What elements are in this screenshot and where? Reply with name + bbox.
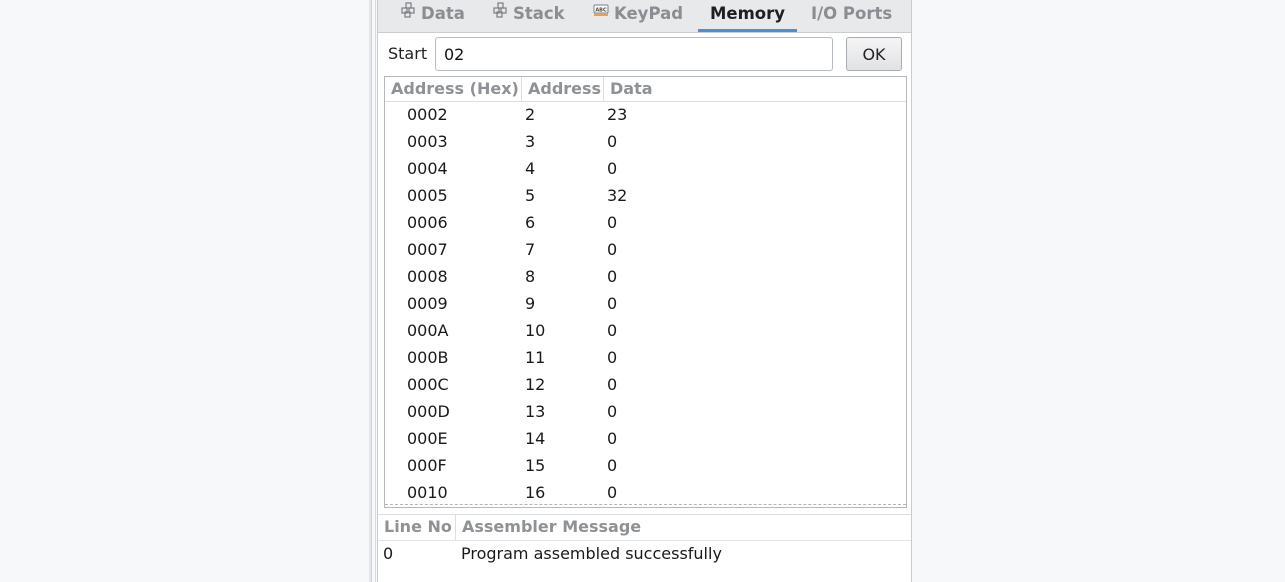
tab-bar: Data Stack ABC KeyPad Memory I/O Ports (378, 0, 911, 33)
cell-data: 0 (607, 213, 618, 232)
column-header-data[interactable]: Data (604, 77, 906, 101)
tab-stack-label: Stack (513, 4, 565, 23)
ok-button[interactable]: OK (846, 37, 902, 71)
cell-data: 0 (607, 483, 618, 502)
table-row[interactable]: 0004 4 0 (385, 156, 906, 183)
start-address-input[interactable] (435, 37, 833, 71)
table-row[interactable]: 000B 11 0 (385, 345, 906, 372)
tab-io-ports[interactable]: I/O Ports (811, 0, 892, 32)
table-row[interactable]: 0008 8 0 (385, 264, 906, 291)
memory-panel: Data Stack ABC KeyPad Memory I/O Ports S… (377, 0, 912, 582)
message-text: Program assembled successfully (461, 544, 722, 563)
cell-data: 0 (607, 321, 618, 340)
table-row[interactable]: 0002 2 23 (385, 102, 906, 129)
table-row[interactable]: 0006 6 0 (385, 210, 906, 237)
cell-address: 14 (525, 429, 546, 448)
cell-address: 13 (525, 402, 546, 421)
memory-table-body: 0002 2 23 0003 3 0 0004 4 0 0005 5 32 0006 6 0 0007 7 0 00… (385, 102, 906, 507)
cell-address: 15 (525, 456, 546, 475)
cell-address-hex: 0007 (407, 240, 448, 259)
cell-address-hex: 000C (407, 375, 449, 394)
cell-data: 0 (607, 159, 618, 178)
cell-address-hex: 0005 (407, 186, 448, 205)
cell-data: 0 (607, 240, 618, 259)
cell-data: 32 (607, 186, 628, 205)
table-row[interactable]: 0007 7 0 (385, 237, 906, 264)
cell-address: 3 (525, 132, 536, 151)
tab-memory-label: Memory (710, 4, 786, 23)
table-row[interactable]: 0003 3 0 (385, 129, 906, 156)
cell-address: 12 (525, 375, 546, 394)
cell-address: 8 (525, 267, 536, 286)
column-header-address[interactable]: Address (522, 77, 604, 101)
table-row[interactable]: 000D 13 0 (385, 399, 906, 426)
cell-address-hex: 0002 (407, 105, 448, 124)
cell-address: 11 (525, 348, 546, 367)
cell-address-hex: 000D (407, 402, 450, 421)
cluster-icon (400, 0, 416, 26)
cell-address-hex: 0003 (407, 132, 448, 151)
cell-address: 6 (525, 213, 536, 232)
tab-stack[interactable]: Stack (492, 0, 565, 32)
keypad-icon: ABC (593, 0, 609, 26)
cell-data: 0 (607, 294, 618, 313)
table-row[interactable]: 000A 10 0 (385, 318, 906, 345)
cell-address: 5 (525, 186, 536, 205)
cell-address-hex: 0008 (407, 267, 448, 286)
cell-data: 0 (607, 375, 618, 394)
message-row[interactable]: 0 Program assembled successfully (378, 542, 911, 566)
svg-text:ABC: ABC (595, 8, 607, 14)
cell-address-hex: 000F (407, 456, 447, 475)
cell-address-hex: 0006 (407, 213, 448, 232)
left-panel-edge (369, 0, 372, 582)
cell-address: 10 (525, 321, 546, 340)
memory-table-header: Address (Hex) Address Data (385, 77, 906, 102)
column-header-assembler-message[interactable]: Assembler Message (456, 515, 911, 540)
cell-address-hex: 000A (407, 321, 449, 340)
table-row[interactable]: 0009 9 0 (385, 291, 906, 318)
table-row[interactable]: 0010 16 0 (385, 480, 906, 507)
column-header-address-hex[interactable]: Address (Hex) (385, 77, 522, 101)
messages-table-header: Line No Assembler Message (378, 514, 911, 541)
tab-memory[interactable]: Memory (697, 0, 798, 32)
cell-address-hex: 0004 (407, 159, 448, 178)
tab-io-ports-label: I/O Ports (811, 4, 893, 23)
tab-data-label: Data (421, 4, 465, 23)
cell-data: 0 (607, 132, 618, 151)
cell-address-hex: 0009 (407, 294, 448, 313)
table-row[interactable]: 0005 5 32 (385, 183, 906, 210)
cluster-icon (492, 0, 508, 26)
cell-data: 0 (607, 429, 618, 448)
cell-address: 9 (525, 294, 536, 313)
message-line-no: 0 (383, 544, 394, 563)
cell-data: 0 (607, 267, 618, 286)
column-header-line-no[interactable]: Line No (378, 515, 456, 540)
cell-data: 23 (607, 105, 628, 124)
cell-address-hex: 000B (407, 348, 449, 367)
cell-address-hex: 0010 (407, 483, 448, 502)
cell-address: 7 (525, 240, 536, 259)
table-row[interactable]: 000F 15 0 (385, 453, 906, 480)
cell-data: 0 (607, 456, 618, 475)
table-row[interactable]: 000E 14 0 (385, 426, 906, 453)
cell-address: 16 (525, 483, 546, 502)
memory-table[interactable]: Address (Hex) Address Data 0002 2 23 0003 3 0… (384, 76, 907, 508)
table-bottom-dashed-border (385, 504, 906, 505)
cell-data: 0 (607, 348, 618, 367)
tab-keypad-label: KeyPad (614, 4, 684, 23)
tab-keypad[interactable]: ABC KeyPad (593, 0, 683, 32)
tab-data[interactable]: Data (400, 0, 465, 32)
cell-address-hex: 000E (407, 429, 448, 448)
cell-data: 0 (607, 402, 618, 421)
table-row[interactable]: 000C 12 0 (385, 372, 906, 399)
left-panel-divider[interactable] (375, 0, 376, 582)
cell-address: 2 (525, 105, 536, 124)
start-label: Start (388, 44, 428, 63)
cell-address: 4 (525, 159, 536, 178)
